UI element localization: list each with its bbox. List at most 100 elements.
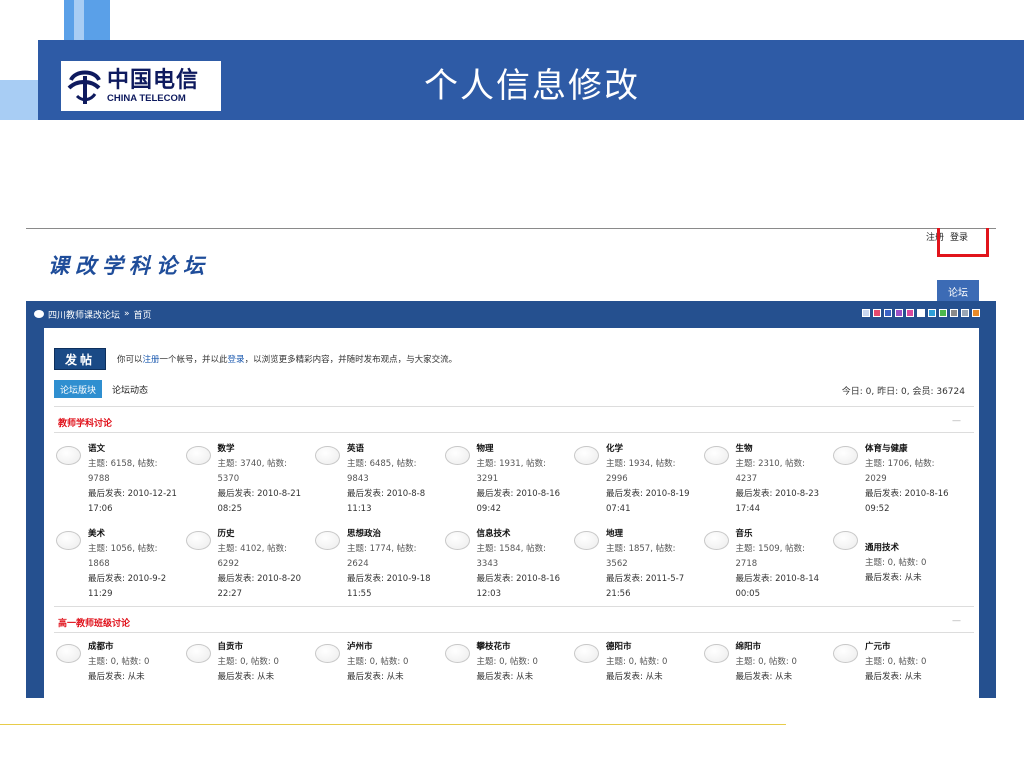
board-last-post: 最后发表: 从未: [476, 672, 534, 682]
board-name[interactable]: 广元市: [865, 640, 957, 655]
forum-board[interactable]: 历史 主题: 4102, 帖数: 6292 最后发表: 2010-8-20 22:2…: [185, 527, 310, 607]
board-bubble-icon: [703, 531, 729, 550]
board-bubble-icon: [574, 531, 599, 550]
board-name[interactable]: 生物: [736, 442, 828, 457]
theme-swatch[interactable]: [917, 309, 925, 317]
theme-swatch[interactable]: [972, 309, 980, 317]
forum-board[interactable]: 体育与健康主题: 1706, 帖数: 2029 最后发表: 2010-8-16 0…: [833, 442, 955, 522]
board-last-post: 最后发表: 2010-8-16 09:52: [865, 489, 949, 514]
board-name[interactable]: 美术: [88, 527, 180, 542]
board-name[interactable]: 德阳市: [606, 640, 698, 655]
forum-board[interactable]: 攀枝花市主题: 0, 帖数: 0 最后发表: 从未: [444, 640, 569, 698]
board-bubble-icon: [444, 531, 470, 550]
section-divider: [54, 632, 974, 633]
forum-board[interactable]: 泸州市 主题: 0, 帖数: 0 最后发表: 从未: [315, 640, 437, 698]
board-name[interactable]: 数学: [218, 442, 310, 457]
forum-board[interactable]: 自贡市 主题: 0, 帖数: 0 最后发表: 从未: [185, 640, 310, 698]
theme-swatch[interactable]: [928, 309, 936, 317]
forum-board[interactable]: 广元市 主题: 0, 帖数: 0 最后发表: 从未: [833, 640, 955, 698]
theme-swatch[interactable]: [939, 309, 947, 317]
board-stats: 主题: 1056, 帖数: 1868: [88, 544, 158, 569]
theme-swatch[interactable]: [950, 309, 958, 317]
theme-swatch[interactable]: [961, 309, 969, 317]
board-bubble-icon: [444, 644, 470, 663]
board-name[interactable]: 体育与健康: [865, 442, 957, 457]
board-name[interactable]: 信息技术: [477, 527, 569, 542]
slide: 中国电信 CHINA TELECOM 个人信息修改 注册 登录 课改学科论坛 论…: [0, 0, 1024, 768]
forum-board[interactable]: 思想政治 主题: 1774, 帖数: 2624 最后发表: 2010-9-18 11…: [315, 527, 437, 607]
board-info: 语文 主题: 6158, 帖数: 9788 最后发表: 2010-12-21 17:…: [88, 442, 180, 517]
board-stats: 主题: 4102, 帖数: 6292: [217, 544, 287, 569]
board-last-post: 最后发表: 从未: [735, 672, 793, 682]
board-name[interactable]: 地理: [606, 527, 698, 542]
forum-board[interactable]: 语文 主题: 6158, 帖数: 9788 最后发表: 2010-12-21 17:…: [56, 442, 178, 522]
forum-board[interactable]: 通用技术 主题: 0, 帖数: 0 最后发表: 从未: [833, 527, 955, 607]
board-name[interactable]: 音乐: [736, 527, 828, 542]
forum-board[interactable]: 美术 主题: 1056, 帖数: 1868 最后发表: 2010-9-2 11:29: [56, 527, 178, 607]
forum-board[interactable]: 成都市 主题: 0, 帖数: 0 最后发表: 从未: [56, 640, 178, 698]
board-name[interactable]: 自贡市: [218, 640, 310, 655]
forum-board[interactable]: 英语 主题: 6485, 帖数: 9843 最后发表: 2010-8-8 11:13: [315, 442, 437, 522]
board-name[interactable]: 思想政治: [347, 527, 439, 542]
forum-logo[interactable]: 课改学科论坛: [48, 250, 210, 280]
board-name[interactable]: 通用技术: [865, 541, 957, 556]
collapse-icon[interactable]: —: [952, 416, 961, 426]
board-bubble-icon: [56, 531, 81, 550]
theme-swatch[interactable]: [906, 309, 914, 317]
forum-board[interactable]: 信息技术 主题: 1584, 帖数: 3343 最后发表: 2010-8-16 12…: [444, 527, 569, 607]
board-last-post: 最后发表: 2010-8-23 17:44: [735, 489, 820, 514]
forum-board[interactable]: 绵阳市 主题: 0, 帖数: 0 最后发表: 从未: [703, 640, 828, 698]
board-name[interactable]: 泸州市: [347, 640, 439, 655]
board-stats: 主题: 6158, 帖数: 9788: [88, 459, 158, 484]
post-button[interactable]: 发帖: [54, 348, 106, 370]
board-name[interactable]: 攀枝花市: [477, 640, 569, 655]
board-name[interactable]: 绵阳市: [736, 640, 828, 655]
board-bubble-icon: [185, 531, 211, 550]
board-bubble-icon: [315, 531, 340, 550]
board-stats: 主题: 0, 帖数: 0: [865, 558, 927, 568]
board-stats: 主题: 0, 帖数: 0: [476, 657, 538, 667]
board-name[interactable]: 语文: [88, 442, 180, 457]
board-last-post: 最后发表: 从未: [347, 672, 404, 682]
nav-tab-forum[interactable]: 论坛: [937, 280, 979, 302]
breadcrumb: 四川教师课改论坛 » 首页: [34, 307, 152, 321]
notice-text: ，以浏览更多精彩内容，并随时发布观点，与大家交流。: [244, 355, 458, 365]
board-info: 英语 主题: 6485, 帖数: 9843 最后发表: 2010-8-8 11:13: [347, 442, 439, 517]
section-title[interactable]: 教师学科讨论: [58, 416, 112, 429]
board-info: 生物 主题: 2310, 帖数: 4237 最后发表: 2010-8-23 17:4…: [736, 442, 828, 517]
forum-board[interactable]: 物理 主题: 1931, 帖数: 3291 最后发表: 2010-8-16 09:4…: [444, 442, 569, 522]
board-stats: 主题: 1774, 帖数: 2624: [347, 544, 417, 569]
board-stats: 主题: 1706, 帖数: 2029: [865, 459, 935, 484]
forum-board[interactable]: 音乐 主题: 1509, 帖数: 2718 最后发表: 2010-8-14 00:0…: [703, 527, 828, 607]
breadcrumb-home[interactable]: 首页: [134, 308, 152, 321]
board-bubble-icon: [833, 531, 858, 550]
board-name[interactable]: 化学: [606, 442, 698, 457]
section-title[interactable]: 高一教师班级讨论: [58, 616, 130, 629]
forum-board[interactable]: 化学 主题: 1934, 帖数: 2996 最后发表: 2010-8-19 07:4…: [574, 442, 696, 522]
forum-board[interactable]: 德阳市 主题: 0, 帖数: 0 最后发表: 从未: [574, 640, 696, 698]
tab-activity[interactable]: 论坛动态: [112, 383, 148, 396]
notice-register-link[interactable]: 注册: [143, 355, 160, 365]
highlight-box: [937, 228, 989, 257]
theme-swatch[interactable]: [884, 309, 892, 317]
board-last-post: 最后发表: 2010-8-16 09:42: [476, 489, 561, 514]
board-bubble-icon: [56, 446, 81, 465]
notice-login-link[interactable]: 登录: [228, 355, 245, 365]
board-name[interactable]: 物理: [477, 442, 569, 457]
tab-boards[interactable]: 论坛版块: [54, 380, 102, 398]
forum-board[interactable]: 地理 主题: 1857, 帖数: 3562 最后发表: 2011-5-7 21:56: [574, 527, 696, 607]
breadcrumb-site[interactable]: 四川教师课改论坛: [48, 308, 120, 321]
board-name[interactable]: 历史: [218, 527, 310, 542]
board-last-post: 最后发表: 2010-8-14 00:05: [735, 574, 820, 599]
collapse-icon[interactable]: —: [952, 616, 961, 626]
board-name[interactable]: 英语: [347, 442, 439, 457]
logo-english: CHINA TELECOM: [107, 92, 186, 104]
theme-swatch[interactable]: [895, 309, 903, 317]
board-name[interactable]: 成都市: [88, 640, 180, 655]
forum-board[interactable]: 数学 主题: 3740, 帖数: 5370 最后发表: 2010-8-21 08:2…: [185, 442, 310, 522]
theme-swatch[interactable]: [873, 309, 881, 317]
board-info: 地理 主题: 1857, 帖数: 3562 最后发表: 2011-5-7 21:56: [606, 527, 698, 602]
forum-board[interactable]: 生物 主题: 2310, 帖数: 4237 最后发表: 2010-8-23 17:4…: [703, 442, 828, 522]
board-stats: 主题: 0, 帖数: 0: [865, 657, 927, 667]
theme-swatch[interactable]: [862, 309, 870, 317]
